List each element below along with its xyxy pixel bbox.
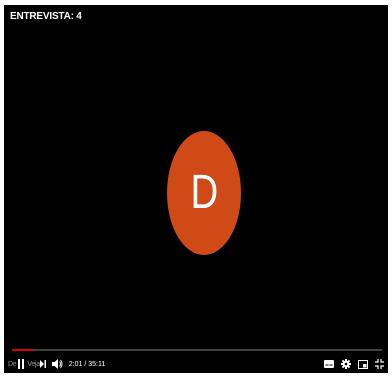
overlay-label: Veja	[27, 360, 40, 368]
settings-gear-icon[interactable]	[341, 359, 351, 369]
volume-icon[interactable]	[51, 359, 63, 369]
left-controls: De Veja 2:01 / 35:11	[8, 355, 105, 373]
play-pause-icon[interactable]	[17, 358, 25, 370]
progress-played	[12, 349, 34, 351]
fullscreen-icon[interactable]	[375, 359, 384, 369]
avatar-letter: D	[190, 165, 218, 219]
progress-bar[interactable]	[12, 349, 382, 351]
right-controls	[324, 355, 384, 373]
miniplayer-icon[interactable]	[358, 359, 368, 369]
next-icon[interactable]	[39, 360, 46, 368]
subtitles-icon[interactable]	[324, 360, 334, 368]
partial-label: De	[8, 360, 17, 368]
video-player[interactable]: ENTREVISTA: 4 D De Veja 2:01 / 35:11	[4, 5, 388, 373]
video-title: ENTREVISTA: 4	[10, 11, 82, 22]
time-display: 2:01 / 35:11	[68, 360, 106, 368]
control-bar: De Veja 2:01 / 35:11	[4, 355, 388, 373]
channel-avatar: D	[167, 131, 241, 255]
